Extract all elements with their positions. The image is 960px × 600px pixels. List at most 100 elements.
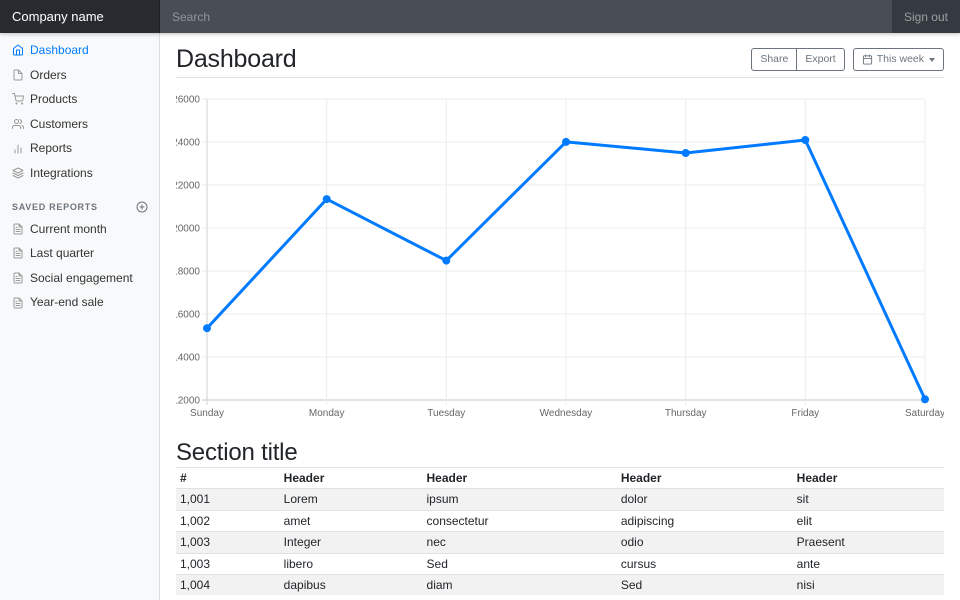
sign-out-link[interactable]: Sign out (904, 10, 948, 24)
sidebar-item-current-month[interactable]: Current month (0, 217, 160, 242)
shopping-cart-icon (12, 93, 24, 105)
table-column-header: # (176, 468, 280, 489)
sidebar-item-label: Reports (30, 142, 72, 155)
svg-text:16000: 16000 (176, 310, 200, 321)
sidebar-item-social-engagement[interactable]: Social engagement (0, 266, 160, 291)
sidebar-item-customers[interactable]: Customers (0, 112, 160, 137)
toolbar: Share Export This week (751, 48, 944, 71)
table-cell: Sed (617, 574, 793, 595)
svg-text:18000: 18000 (176, 267, 200, 278)
table-column-header: Header (617, 468, 793, 489)
share-button[interactable]: Share (751, 48, 797, 71)
search-container (160, 0, 892, 33)
svg-text:Friday: Friday (791, 408, 819, 419)
sidebar-item-label: Integrations (30, 167, 93, 180)
sidebar-item-products[interactable]: Products (0, 87, 160, 112)
sidebar-item-label: Last quarter (30, 247, 94, 260)
table-row: 1,003liberoSedcursusante (176, 553, 944, 574)
table-head: #HeaderHeaderHeaderHeader (176, 468, 944, 489)
table-cell: diam (423, 574, 617, 595)
bar-chart-icon (12, 143, 24, 155)
top-navbar: Company name Sign out (0, 0, 960, 33)
calendar-icon (862, 54, 873, 65)
table-cell: cursus (617, 553, 793, 574)
table-cell: 1,004 (176, 574, 280, 595)
svg-text:26000: 26000 (176, 95, 200, 106)
table-cell: sit (793, 489, 944, 510)
table-row: 1,003IntegernecodioPraesent (176, 532, 944, 553)
page-title: Dashboard (176, 44, 297, 75)
file-text-icon (12, 223, 24, 235)
sidebar-item-label: Social engagement (30, 272, 133, 285)
table-cell: odio (617, 532, 793, 553)
svg-text:12000: 12000 (176, 396, 200, 407)
users-icon (12, 118, 24, 130)
table-cell: elit (793, 510, 944, 531)
weekly-sales-line-chart: 12000 14000 16000 18000 20000 22000 24000 26000… (176, 92, 944, 420)
table-cell: ipsum (423, 489, 617, 510)
data-table: #HeaderHeaderHeaderHeader 1,001Loremipsu… (176, 467, 944, 595)
table-header-row: #HeaderHeaderHeaderHeader (176, 468, 944, 489)
plus-circle-icon (136, 201, 148, 213)
table-cell: libero (280, 553, 423, 574)
table-cell: adipiscing (617, 510, 793, 531)
table-cell: Lorem (280, 489, 423, 510)
table-cell: 1,001 (176, 489, 280, 510)
table-cell: 1,002 (176, 510, 280, 531)
table-row: 1,002ametconsecteturadipiscingelit (176, 510, 944, 531)
calendar-icon (862, 54, 877, 65)
brand-link[interactable]: Company name (0, 0, 160, 33)
svg-text:14000: 14000 (176, 353, 200, 364)
sidebar: Dashboard OrdersProducts Customers Reports I… (0, 33, 160, 600)
table-row: 1,004dapibusdiamSednisi (176, 574, 944, 595)
sidebar-item-dashboard[interactable]: Dashboard (0, 38, 160, 63)
search-input[interactable] (160, 0, 892, 33)
table-cell: dolor (617, 489, 793, 510)
file-text-icon (12, 297, 24, 309)
table-cell: ante (793, 553, 944, 574)
table-row: 1,001Loremipsumdolorsit (176, 489, 944, 510)
sidebar-item-integrations[interactable]: Integrations (0, 161, 160, 186)
table-cell: Integer (280, 532, 423, 553)
sidebar-item-label: Customers (30, 118, 88, 131)
svg-text:Saturday: Saturday (905, 408, 944, 419)
table-column-header: Header (423, 468, 617, 489)
svg-text:24000: 24000 (176, 138, 200, 149)
table-cell: 1,003 (176, 532, 280, 553)
week-dropdown-button[interactable]: This week (853, 48, 944, 71)
table-column-header: Header (793, 468, 944, 489)
svg-text:Tuesday: Tuesday (427, 408, 465, 419)
sidebar-item-label: Year-end sale (30, 296, 104, 309)
export-button[interactable]: Export (796, 48, 844, 71)
week-label: This week (877, 52, 924, 67)
file-text-icon (12, 272, 24, 284)
layers-icon (12, 167, 24, 179)
section-title: Section title (176, 438, 944, 467)
saved-reports-nav: Current month Last quarter Social engageme… (0, 217, 160, 315)
table-cell: Sed (423, 553, 617, 574)
sidebar-nav: Dashboard OrdersProducts Customers Reports I… (0, 38, 160, 186)
sidebar-item-reports[interactable]: Reports (0, 136, 160, 161)
file-text-icon (12, 247, 24, 259)
svg-text:Monday: Monday (309, 408, 345, 419)
share-export-group: Share Export (751, 48, 844, 71)
page-header: Dashboard Share Export This week (176, 44, 944, 78)
main-content: Dashboard Share Export This week 12000 14… (160, 0, 960, 595)
add-report-button[interactable] (136, 201, 148, 213)
svg-text:Sunday: Sunday (190, 408, 224, 419)
svg-text:22000: 22000 (176, 181, 200, 192)
svg-text:Wednesday: Wednesday (540, 408, 593, 419)
sidebar-item-last-quarter[interactable]: Last quarter (0, 241, 160, 266)
signout-container: Sign out (892, 0, 960, 33)
svg-text:20000: 20000 (176, 224, 200, 235)
caret-down-icon (929, 58, 935, 62)
chart-container: 12000 14000 16000 18000 20000 22000 24000 26000… (176, 92, 944, 420)
svg-text:Thursday: Thursday (665, 408, 707, 419)
table-cell: nisi (793, 574, 944, 595)
table-column-header: Header (280, 468, 423, 489)
sidebar-item-year-end-sale[interactable]: Year-end sale (0, 290, 160, 315)
home-icon (12, 44, 24, 56)
table-cell: nec (423, 532, 617, 553)
sidebar-item-label: Dashboard (30, 44, 89, 57)
sidebar-item-orders[interactable]: Orders (0, 63, 160, 88)
